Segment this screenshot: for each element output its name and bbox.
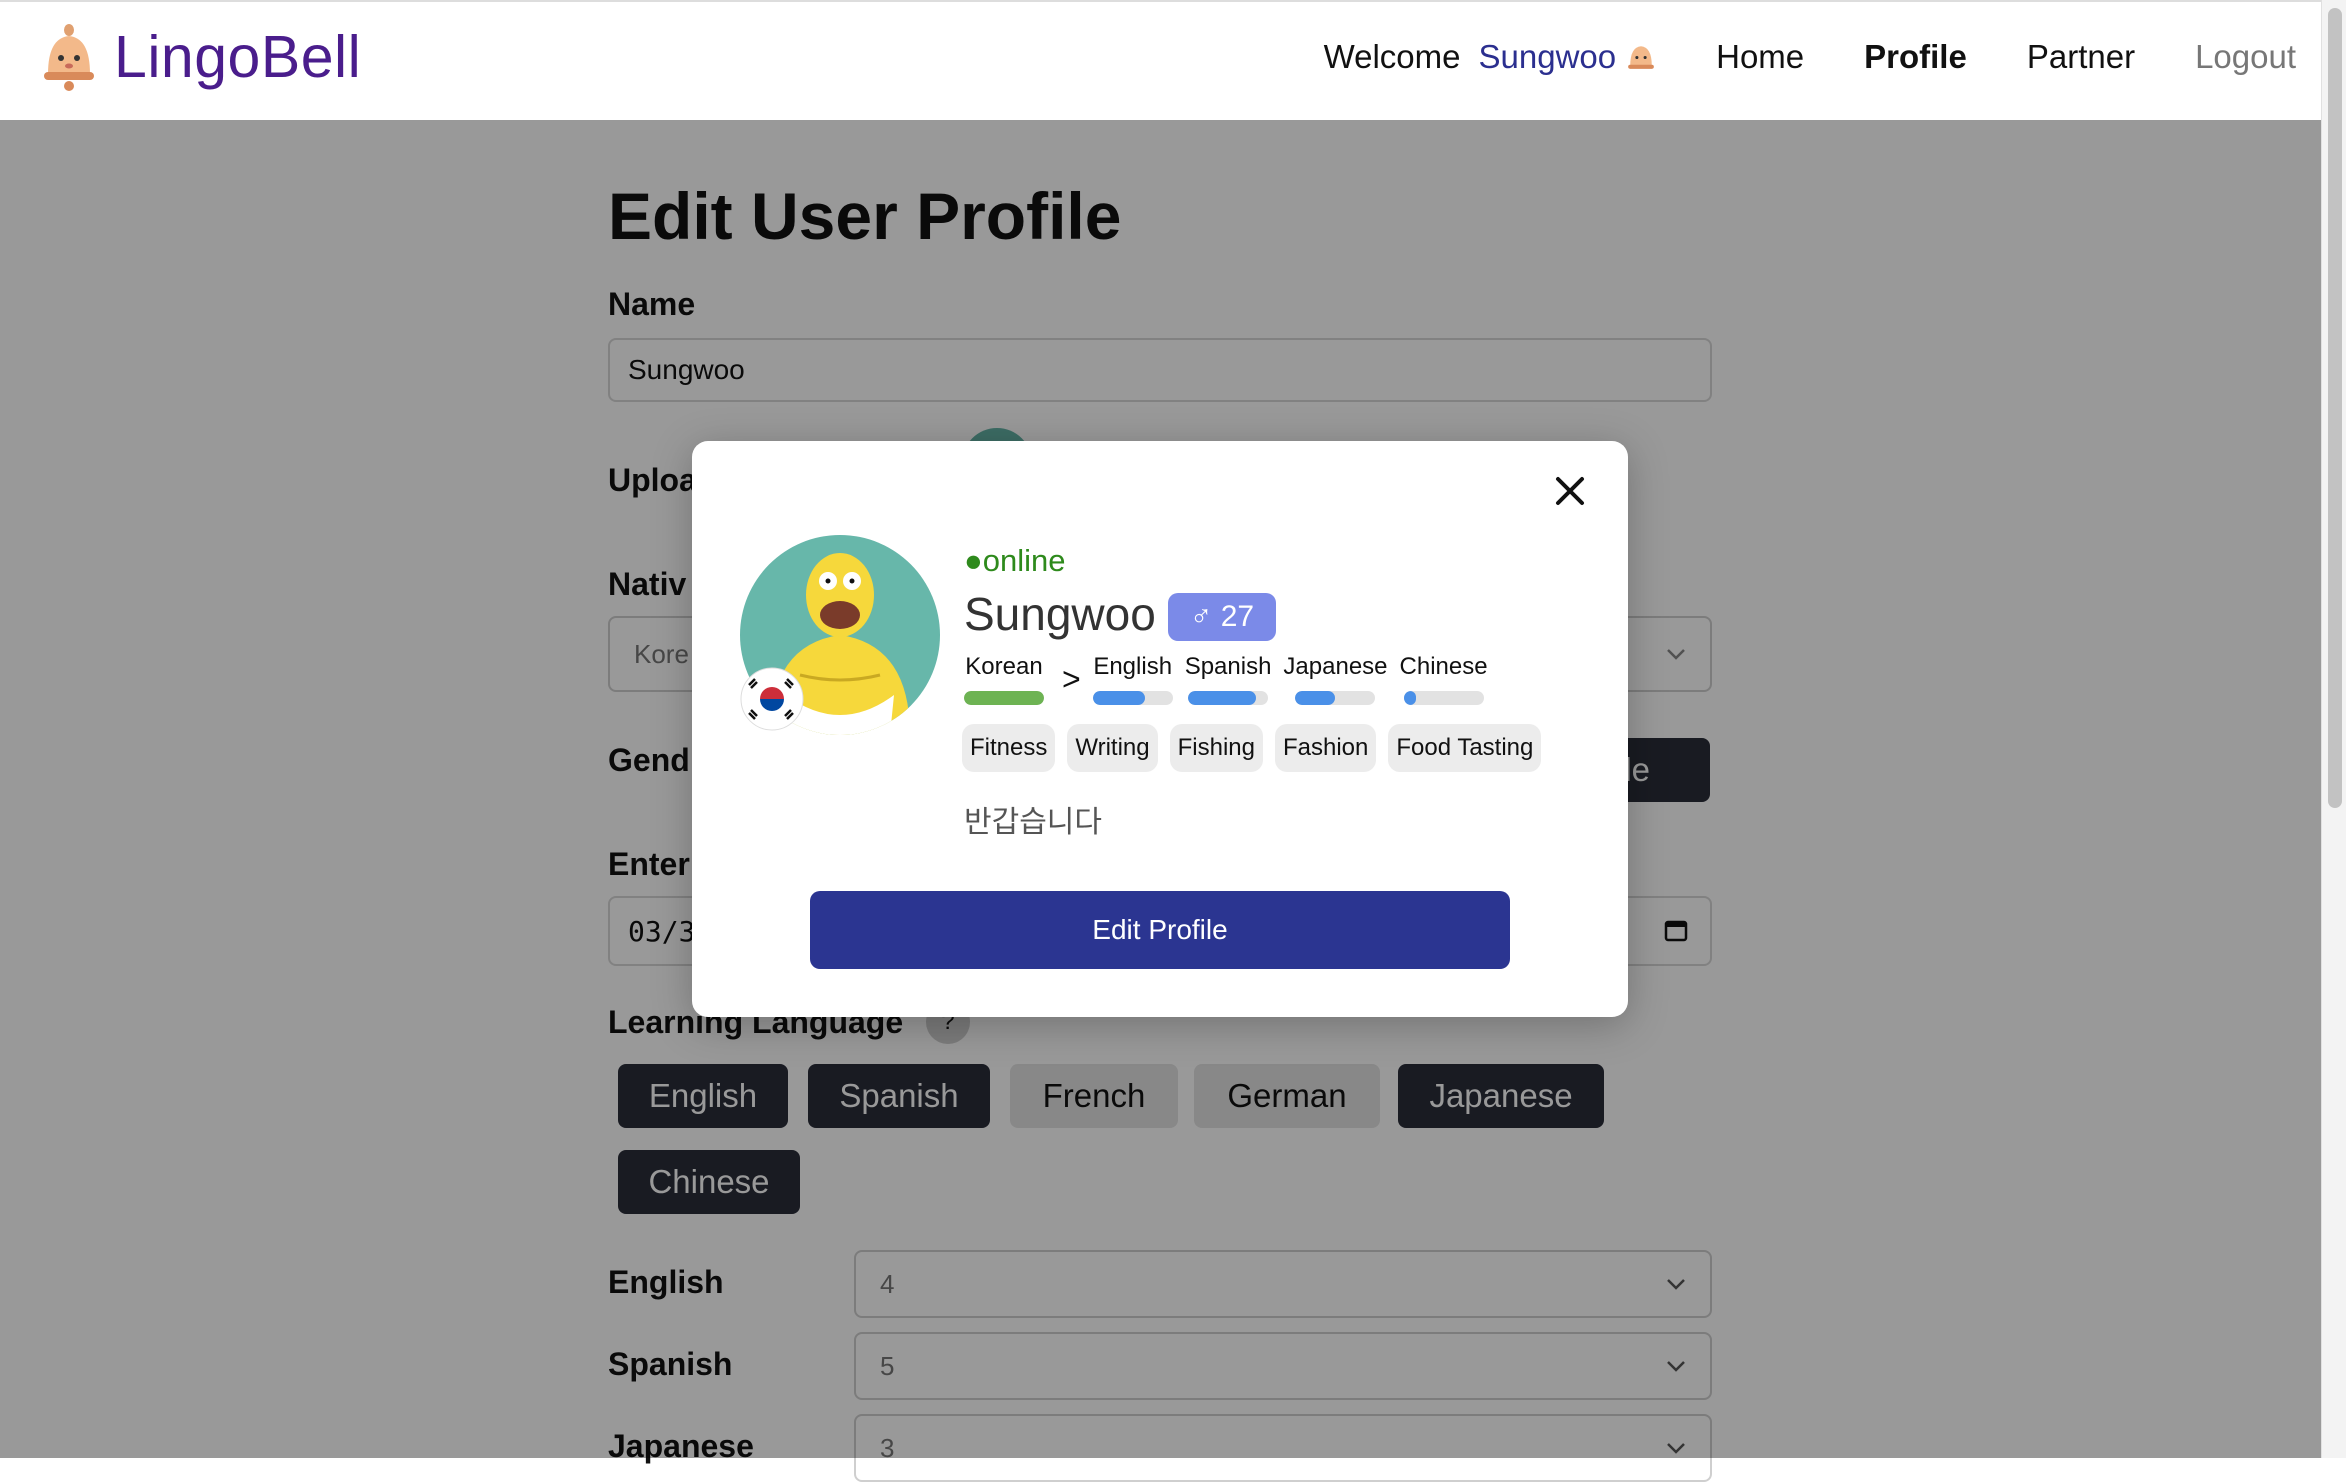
learning-language-bar <box>1092 691 1173 705</box>
learning-language-item: Spanish <box>1184 653 1272 705</box>
brand-name: LingoBell <box>114 24 362 90</box>
nav-menu: Welcome Sungwoo Home Profile Partner Log… <box>1324 38 2296 76</box>
language-levels: Korean > English Spanish Japanese Chines <box>964 653 1500 705</box>
online-status: ●online <box>964 543 1066 578</box>
page-scrollbar[interactable] <box>2321 0 2346 1458</box>
nav-home-link[interactable]: Home <box>1716 38 1804 76</box>
native-language-bar-fill <box>964 691 1044 705</box>
profile-preview-modal: ●online Sungwoo ♂ 27 Korean > English Sp… <box>692 441 1628 1017</box>
learning-language-name: Japanese <box>1283 653 1388 680</box>
gender-age-badge: ♂ 27 <box>1168 593 1276 641</box>
native-language-name: Korean <box>965 653 1043 680</box>
interest-tags: Fitness Writing Fishing Fashion Food Tas… <box>962 724 1553 772</box>
learning-language-bar-fill <box>1092 691 1145 705</box>
interest-tag: Writing <box>1067 724 1158 772</box>
nav-profile-link[interactable]: Profile <box>1864 38 1967 76</box>
interest-tag: Fitness <box>962 724 1056 772</box>
bell-mascot-icon <box>1628 46 1654 69</box>
learning-language-item: Japanese <box>1283 653 1388 705</box>
top-navbar: LingoBell Welcome Sungwoo Home Profile P… <box>0 0 2322 120</box>
welcome-username[interactable]: Sungwoo <box>1479 38 1617 76</box>
edit-profile-button[interactable]: Edit Profile <box>810 891 1510 969</box>
learning-language-name: Spanish <box>1184 653 1272 680</box>
learning-language-bar-fill <box>1295 691 1336 705</box>
interest-tag: Food Tasting <box>1388 724 1542 772</box>
language-arrow: > <box>1062 661 1081 697</box>
learning-language-bar-fill <box>1403 691 1416 705</box>
learning-language-name: English <box>1093 653 1173 680</box>
native-language-item: Korean <box>964 653 1044 705</box>
welcome-text: Welcome <box>1323 38 1461 75</box>
learning-language-bar <box>1403 691 1484 705</box>
learning-language-bar <box>1295 691 1376 705</box>
nav-partner-link[interactable]: Partner <box>2027 38 2135 76</box>
learning-language-name: Chinese <box>1399 653 1488 680</box>
profile-bio: 반갑습니다 <box>964 806 1102 839</box>
brand-logo[interactable]: LingoBell <box>40 22 361 92</box>
close-icon[interactable] <box>1550 471 1590 511</box>
learning-language-bar <box>1188 691 1269 705</box>
profile-name: Sungwoo <box>964 588 1156 640</box>
bell-mascot-icon <box>44 24 94 91</box>
nav-logout-link[interactable]: Logout <box>2195 38 2296 76</box>
learning-language-item: English <box>1092 653 1173 705</box>
learning-language-bar-fill <box>1188 691 1257 705</box>
learning-language-item: Chinese <box>1400 653 1488 705</box>
interest-tag: Fashion <box>1274 724 1377 772</box>
interest-tag: Fishing <box>1169 724 1263 772</box>
scrollbar-thumb[interactable] <box>2328 8 2342 808</box>
native-language-bar <box>964 691 1044 705</box>
korea-flag-icon <box>740 667 804 731</box>
